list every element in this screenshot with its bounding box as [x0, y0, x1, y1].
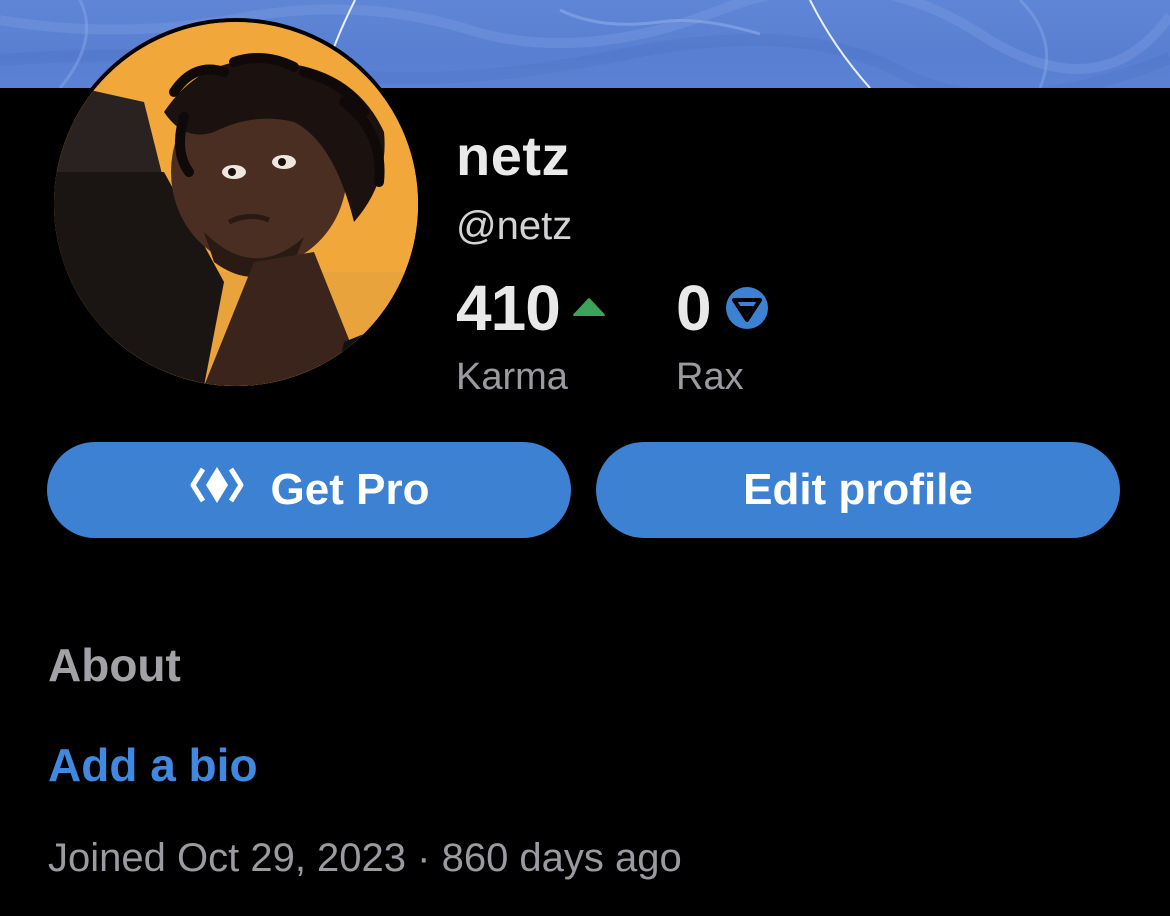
upvote-triangle-icon: [572, 297, 606, 321]
rax-label: Rax: [676, 356, 744, 398]
profile-screen: netz @netz 410 Karma 0 Rax Get Pro Edit …: [0, 0, 1170, 916]
add-bio-link[interactable]: Add a bio: [48, 742, 258, 788]
get-pro-label: Get Pro: [270, 465, 430, 514]
rax-coin-icon: [725, 286, 769, 334]
rax-value: 0: [676, 272, 712, 344]
karma-value: 410: [456, 272, 561, 344]
get-pro-button[interactable]: Get Pro: [47, 442, 571, 538]
karma-stat[interactable]: 410 Karma: [456, 272, 606, 396]
edit-profile-label: Edit profile: [743, 465, 973, 514]
about-heading: About: [48, 639, 181, 691]
avatar[interactable]: [50, 18, 422, 390]
rax-stat[interactable]: 0 Rax: [676, 272, 769, 396]
username-handle: @netz: [456, 204, 573, 248]
display-name: netz: [456, 124, 570, 187]
karma-label: Karma: [456, 356, 568, 398]
joined-date: Joined Oct 29, 2023 · 860 days ago: [48, 836, 682, 880]
pro-diamond-icon: [189, 465, 245, 516]
edit-profile-button[interactable]: Edit profile: [596, 442, 1120, 538]
